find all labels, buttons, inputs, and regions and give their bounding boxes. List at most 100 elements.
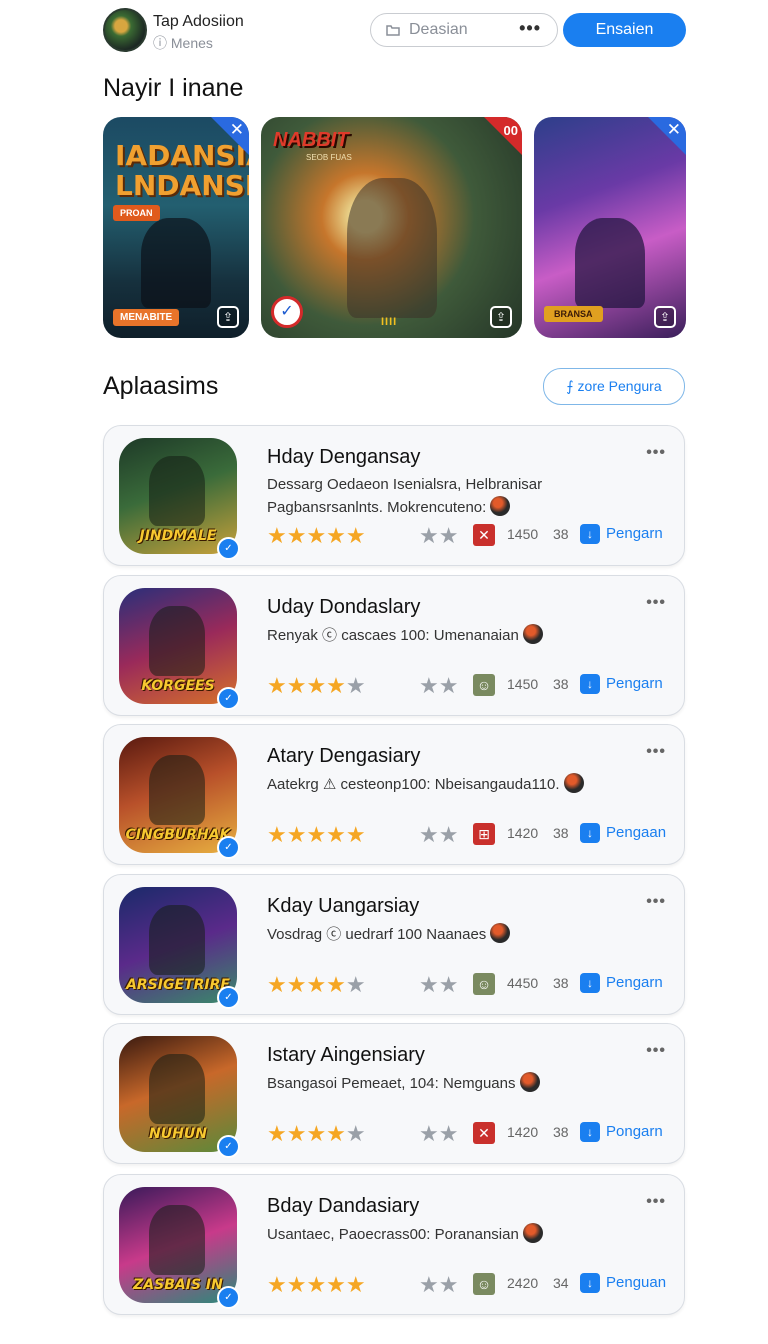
more-options-icon[interactable]: ••• [646,743,666,761]
badge-icon: ✓ [271,296,303,328]
category-chip: ✕ [473,524,495,546]
app-card[interactable]: JINDMALE ✓ Hday Dengansay Dessarg Oedaeon I… [103,425,685,566]
category-chip: ☺ [473,1273,495,1295]
character-illustration [149,456,205,526]
character-illustration [149,905,205,975]
category-chip: ☺ [473,973,495,995]
soldier-illustration [575,218,645,308]
see-more-button[interactable]: ⨍ zore Pengura [543,368,685,405]
secondary-stars: ★★ [419,1121,459,1146]
shopping-bag-icon: ↓ [580,1273,600,1293]
open-button-label: Pengaan [606,824,667,841]
secondary-stars: ★★ [419,523,459,548]
character-illustration [149,1054,205,1124]
secondary-stars: ★★ [419,1272,459,1297]
download-count: 4450 [507,975,539,991]
folder-icon [386,25,400,36]
review-count: 38 [553,676,569,692]
download-count: 1420 [507,825,539,841]
more-options-icon[interactable]: ••• [646,594,666,612]
app-icon[interactable]: KORGEES [119,588,237,704]
app-card[interactable]: ARSIGETRIRE ✓ Kday Uangarsiay Vosdrag ⓒ ued… [103,874,685,1015]
featured-tag: MENABITE [113,309,180,326]
app-meta-row: ★★★★★ ★★ ⊞ 1420 38 ↓ Pengaan [267,822,667,847]
review-count: 38 [553,526,569,542]
review-count: 34 [553,1275,569,1291]
share-icon[interactable]: ⇪ [217,306,239,328]
review-count: 38 [553,975,569,991]
download-count: 2420 [507,1275,539,1291]
search-input[interactable]: Deasian ••• [370,13,558,47]
app-name: Tap Adosiion [153,13,244,30]
app-icon[interactable]: JINDMALE [119,438,237,554]
verified-icon: ✓ [217,986,240,1009]
app-meta-row: ★★★★★ ★★ ✕ 1450 38 ↓ Pengarn [267,523,667,548]
review-count: 38 [553,825,569,841]
app-meta-row: ★★★★★ ★★ ✕ 1420 38 ↓ Pongarn [267,1121,667,1146]
open-button-label: Penguan [606,1274,667,1291]
share-icon[interactable]: ⇪ [654,306,676,328]
review-count: 38 [553,1124,569,1140]
app-icon[interactable]: ARSIGETRIRE [119,887,237,1003]
app-title: Hday Dengansay [267,446,421,468]
secondary-stars: ★★ [419,972,459,997]
more-options-icon[interactable]: ••• [646,1042,666,1060]
soldier-illustration [141,218,211,308]
featured-card-1[interactable]: IADANSIA LNDANSIA PROAN MENABITE ✕ ⇪ [103,117,249,338]
app-meta-row: ★★★★★ ★★ ☺ 4450 38 ↓ Pengarn [267,972,667,997]
star-rating: ★★★★★ [267,822,366,847]
app-title: Atary Dengasiary [267,745,421,767]
more-options-icon[interactable]: ••• [646,444,666,462]
open-button-label: Pengarn [606,525,663,542]
app-description: Vosdrag ⓒ uedrarf 100 Naanaes [267,923,662,946]
app-card[interactable]: CINGBURHAK ✓ Atary Dengasiary Aatekrg ⚠ ces… [103,724,685,865]
download-count: 1450 [507,526,539,542]
app-meta-row: ★★★★★ ★★ ☺ 1450 38 ↓ Pengarn [267,673,667,698]
app-description: Usantaec, Paoecrass00: Poranansian [267,1223,662,1246]
secondary-stars: ★★ [419,822,459,847]
game-thumbnail-icon [522,1223,543,1243]
search-placeholder: Deasian [409,21,468,38]
app-description: Dessarg Oedaeon Isenialsra, Helbranisar … [267,476,543,516]
verified-icon: ✓ [217,687,240,710]
open-button-label: Pongarn [606,1123,663,1140]
game-thumbnail-icon [519,1072,540,1092]
more-options-icon[interactable]: ••• [519,18,541,39]
app-icon[interactable]: CINGBURHAK [119,737,237,853]
app-icon[interactable]: NUHUN [119,1036,237,1152]
corner-label: 00 [503,123,518,138]
app-description: Bsangasoi Pemeaet, 104: Nemguans [267,1072,662,1095]
close-icon[interactable]: ✕ [230,120,244,140]
verified-icon: ✓ [217,537,240,560]
shopping-bag-icon: ↓ [580,973,600,993]
shopping-bag-icon: ↓ [580,674,600,694]
more-options-icon[interactable]: ••• [646,1193,666,1211]
download-count: 1420 [507,1124,539,1140]
featured-tag: BRANSA [544,306,603,322]
soldier-illustration [346,178,437,318]
verified-icon: ✓ [217,836,240,859]
app-card[interactable]: ZASBAIS IN ✓ Bday Dandasiary Usantaec, Paoe… [103,1174,685,1315]
open-button-label: Pengarn [606,974,663,991]
primary-button[interactable]: Ensaien [563,13,686,47]
character-illustration [149,1205,205,1275]
character-illustration [149,755,205,825]
featured-tag: PROAN [113,205,160,221]
close-icon[interactable]: ✕ [667,120,681,140]
app-card[interactable]: KORGEES ✓ Uday Dondaslary Renyak ⓒ cascaes … [103,575,685,716]
app-description: Aatekrg ⚠ cesteonp100: Nbeisangauda110. [267,773,662,796]
category-chip: ☺ [473,674,495,696]
featured-section-title: Nayir I inane [103,74,244,102]
featured-card-3[interactable]: ✕ BRANSA ⇪ [534,117,686,338]
character-illustration [149,606,205,676]
app-icon[interactable]: ZASBAIS IN [119,1187,237,1303]
share-icon[interactable]: ⇪ [490,306,512,328]
more-options-icon[interactable]: ••• [646,893,666,911]
app-avatar[interactable] [103,8,147,52]
game-thumbnail-icon [490,923,511,943]
app-card[interactable]: NUHUN ✓ Istary Aingensiary Bsangasoi Pemeae… [103,1023,685,1164]
category-chip: ✕ [473,1122,495,1144]
featured-card-2[interactable]: NABBIT SEOB FUAS 00 ✓ IIII ⇪ [261,117,522,338]
game-logo: NABBIT [273,129,349,151]
verified-icon: ✓ [217,1286,240,1309]
